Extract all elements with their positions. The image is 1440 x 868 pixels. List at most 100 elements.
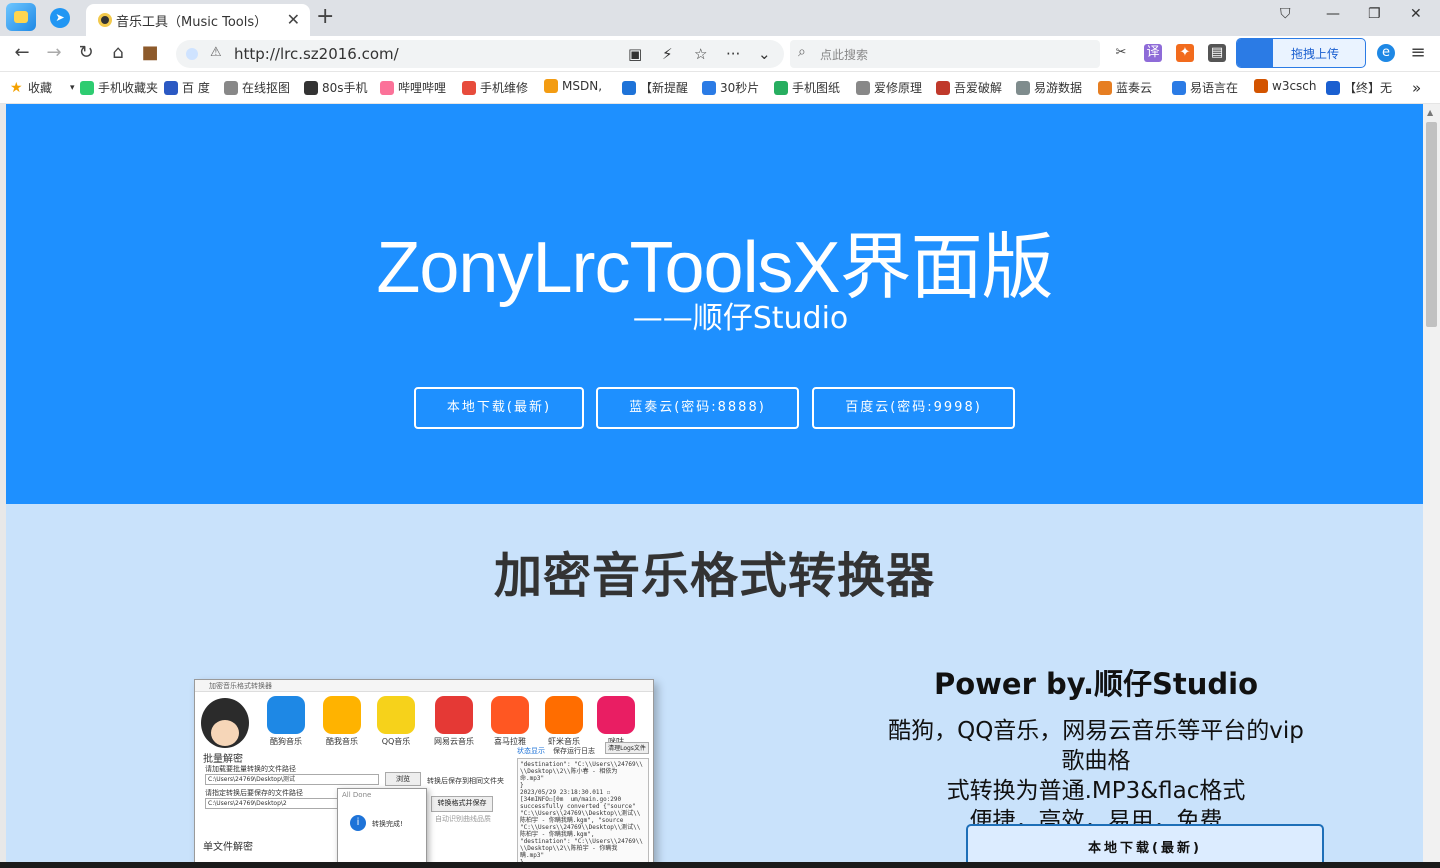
bookmark-favicon-icon [380,80,394,95]
path-label-2: 请指定转换后要保存的文件路径 [205,789,303,797]
power-by-title: Power by.顺仔Studio [933,667,1259,701]
app-logo-icon [377,696,415,734]
screenshot-icon[interactable]: ▣ [628,45,642,63]
info-icon: i [350,815,366,831]
app-logo-icon [491,696,529,734]
app-label: 网易云音乐 [434,737,474,746]
app-logo-icon [323,696,361,734]
converter-download-button[interactable]: 本地下载(最新) [966,824,1324,862]
bookmark-item[interactable]: 80s手机 [304,79,368,96]
telegram-icon[interactable]: ➤ [50,8,70,28]
lanzou-download-button[interactable]: 蓝奏云(密码:8888) [596,387,799,429]
search-box[interactable]: ⌕ 点此搜索 [790,40,1100,68]
bookmark-item[interactable]: 手机图纸 [774,79,840,96]
drag-upload-button[interactable]: 拖拽上传 [1236,38,1366,68]
bookmark-item[interactable]: 手机维修 [462,79,528,96]
forward-icon[interactable]: → [42,42,66,63]
close-tab-icon[interactable]: ✕ [287,10,300,29]
reader-icon[interactable]: ▤ [1208,44,1226,62]
bookmark-favicon-icon [164,80,178,95]
insecure-icon[interactable]: ⚠ [210,45,222,60]
search-icon: ⌕ [798,44,806,60]
page-scrollbar[interactable]: ▲ [1423,104,1440,862]
clear-logs-button[interactable]: 清理Logs文件 [605,742,649,754]
bookmark-item[interactable]: 百 度 [164,79,210,96]
desc-line: 式转换为普通.MP3&flac格式 [946,778,1246,804]
upload-label: 拖拽上传 [1291,47,1340,61]
bookmark-item[interactable]: 爱修原理 [856,79,922,96]
bookmark-item[interactable]: 易语言在 [1172,79,1238,96]
bookmark-label: 易语言在 [1190,81,1239,95]
bookmark-item[interactable]: 在线抠图 [224,79,290,96]
home-icon[interactable]: ⌂ [106,42,130,63]
menu-icon[interactable]: ≡ [1406,42,1430,63]
toolbox-icon[interactable]: ■ [138,42,162,63]
browse-button[interactable]: 浏览 [385,772,421,786]
app-label: 酷我音乐 [326,737,358,746]
skin-icon[interactable]: ⛉ [1280,6,1291,22]
bookmark-item[interactable]: 吾爱破解 [936,79,1002,96]
bookmark-label: 手机收藏夹 [98,81,159,95]
cloud-icon [1237,39,1273,67]
scroll-up-icon[interactable]: ▲ [1427,108,1433,117]
bookmark-item[interactable]: 30秒片 [702,79,759,96]
option-save-log[interactable]: 保存运行日志 [553,746,595,756]
local-download-button[interactable]: 本地下载(最新) [414,387,584,429]
bookmark-item[interactable]: 蓝奏云 [1098,79,1152,96]
bookmark-label: 吾爱破解 [954,81,1003,95]
close-window-icon[interactable]: ✕ [1410,6,1422,22]
reload-icon[interactable]: ↻ [74,42,98,63]
section-heading: 加密音乐格式转换器 [493,548,935,604]
scissors-icon[interactable]: ✂ [1112,44,1130,62]
minimize-icon[interactable]: — [1326,6,1340,22]
search-placeholder: 点此搜索 [820,48,869,62]
bookmark-item[interactable]: w3csch [1254,79,1317,93]
bookmark-favicon-icon [774,80,788,95]
extension-icon[interactable]: ✦ [1176,44,1194,62]
bookmark-favicon-icon [702,80,716,95]
bookmark-label: 百 度 [182,81,210,95]
restore-icon[interactable]: ❐ [1368,6,1381,22]
bookmark-favicon-icon [856,80,870,95]
bookmark-star-icon[interactable]: ☆ [694,45,707,63]
address-bar[interactable]: ⚠ http://lrc.sz2016.com/ ▣ ⚡ ☆ ··· ⌄ [176,40,784,68]
bookmark-label: 蓝奏云 [1116,81,1153,95]
new-tab-icon[interactable]: + [316,4,334,29]
translate-icon[interactable]: 译 [1144,44,1162,62]
source-path-input[interactable]: C:\Users\24769\Desktop\测试 [205,774,379,785]
tab-music-tools[interactable]: 音乐工具（Music Tools） ✕ [86,4,310,36]
page-viewport: ZonyLrcToolsX界面版 ——顺仔Studio 本地下载(最新) 蓝奏云… [6,104,1423,862]
option-auto-quality[interactable]: 自动识别曲线品质 [435,814,491,824]
bookmark-label: 【新提醒 [640,81,689,95]
baidu-download-button[interactable]: 百度云(密码:9998) [812,387,1015,429]
bookmarks-overflow-icon[interactable]: » [1412,79,1421,97]
option-same-folder[interactable]: 转换后保存到相同文件夹 [427,776,504,786]
scrollbar-thumb[interactable] [1426,122,1437,327]
chevron-down-icon[interactable]: ⌄ [758,45,771,63]
bookmark-favicon-icon [304,80,318,95]
bookmark-item[interactable]: 【终】无 [1326,79,1392,96]
bookmark-item[interactable]: 易游数据 [1016,79,1082,96]
more-icon[interactable]: ··· [726,45,740,63]
bookmark-item[interactable]: MSDN, [544,79,602,93]
bookmark-item[interactable]: 哔哩哔哩 [380,79,446,96]
star-icon: ★ [10,79,23,96]
bookmark-dropdown-icon[interactable]: ▾ [70,83,75,93]
browser-logo-icon[interactable] [6,3,36,31]
log-output: "destination": "C:\\Users\\24769\\ \\Des… [517,758,649,862]
app-label: QQ音乐 [381,737,411,746]
account-icon[interactable]: e [1377,44,1395,62]
path-label-1: 请加载要批量转换的文件路径 [205,765,296,773]
bookmark-item[interactable]: 【新提醒 [622,79,688,96]
bookmark-item[interactable]: 手机收藏夹 [80,79,158,96]
lightning-icon[interactable]: ⚡ [662,45,673,63]
site-info-icon[interactable] [186,48,198,60]
convert-save-button[interactable]: 转换格式并保存 [431,796,493,812]
bookmark-favicon-icon [544,79,558,93]
bookmark-label: 收藏 [28,81,53,95]
back-icon[interactable]: ← [10,42,34,63]
url-text[interactable]: http://lrc.sz2016.com/ [234,45,399,63]
bookmark-item[interactable]: ★ 收藏 ▾ [10,79,75,96]
bookmark-favicon-icon [1098,80,1112,95]
bookmark-favicon-icon [936,80,950,95]
